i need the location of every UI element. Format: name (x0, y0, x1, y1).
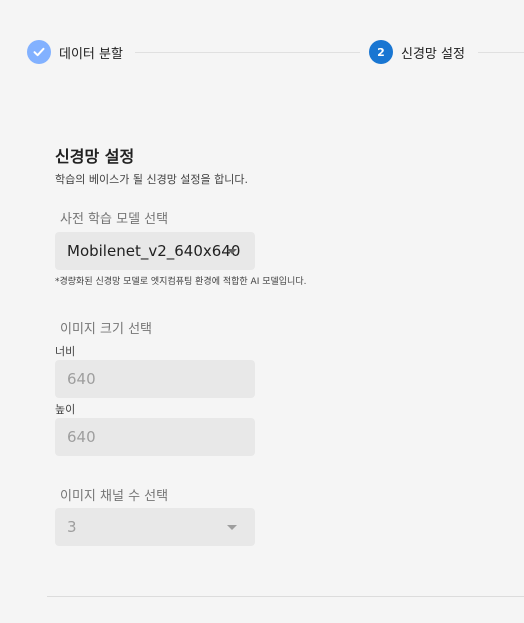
model-select-title: 사전 학습 모델 선택 (60, 212, 169, 227)
channel-select-title: 이미지 채널 수 선택 (60, 489, 169, 504)
step-data-split[interactable]: 데이터 분할 (27, 40, 123, 64)
chevron-down-icon (227, 525, 237, 530)
width-label: 너비 (55, 345, 76, 358)
step-label: 신경망 설정 (401, 46, 465, 62)
channel-select[interactable]: 3 (55, 508, 255, 546)
width-value: 640 (67, 370, 96, 388)
step-connector (135, 52, 360, 53)
stepper: 데이터 분할 2 신경망 설정 (0, 0, 524, 100)
model-select[interactable]: Mobilenet_v2_640x640 (55, 232, 255, 270)
divider (47, 596, 524, 597)
section-description: 학습의 베이스가 될 신경망 설정을 합니다. (55, 173, 249, 186)
model-hint: *경량화된 신경망 모델로 엣지컴퓨팅 환경에 적합한 AI 모델입니다. (55, 277, 307, 287)
image-size-title: 이미지 크기 선택 (60, 322, 152, 337)
step-network-settings[interactable]: 2 신경망 설정 (369, 40, 465, 64)
chevron-down-icon (227, 249, 237, 254)
step-connector (478, 52, 524, 53)
height-value: 640 (67, 428, 96, 446)
section-title: 신경망 설정 (55, 147, 135, 166)
step-label: 데이터 분할 (59, 46, 123, 62)
height-field: 640 (55, 418, 255, 456)
check-icon (27, 40, 51, 64)
channel-select-value: 3 (67, 518, 77, 536)
model-select-value: Mobilenet_v2_640x640 (67, 242, 241, 260)
width-field: 640 (55, 360, 255, 398)
step-number-badge: 2 (369, 40, 393, 64)
height-label: 높이 (55, 403, 76, 416)
